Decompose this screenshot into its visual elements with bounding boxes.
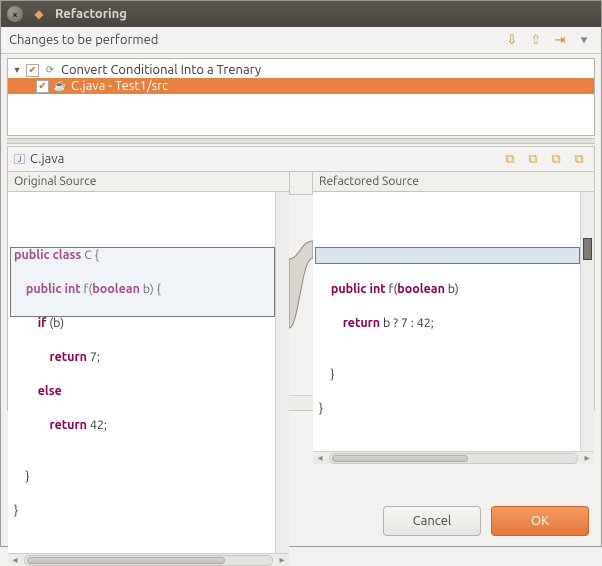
scroll-right-icon[interactable]: ▸: [275, 554, 289, 566]
java-icon: 🄹: [14, 151, 25, 167]
copy-right-icon[interactable]: ⧉: [524, 150, 542, 168]
scroll-left-icon[interactable]: ◂: [8, 554, 22, 566]
prev-change-icon[interactable]: ⇧: [527, 31, 545, 49]
tree-child-row[interactable]: ✔ ☕ C.java - Test1/src: [8, 78, 594, 94]
window-title: Refactoring: [55, 7, 127, 21]
scroll-thumb[interactable]: [332, 455, 468, 462]
filter-icon[interactable]: ⇥: [551, 31, 569, 49]
right-pane-title: Refactored Source: [313, 172, 594, 192]
compare-area: Original Source public class C { public …: [7, 171, 595, 411]
compare-toolbar: ⧉ ⧉ ⧉ ⧉: [501, 150, 588, 168]
file-header: 🄹 C.java ⧉ ⧉ ⧉ ⧉: [7, 146, 595, 171]
tree-root-label: Convert Conditional Into a Trenary: [61, 63, 261, 77]
java-file-icon: ☕: [53, 79, 67, 93]
app-icon: ◆: [31, 6, 47, 22]
left-pane: Original Source public class C { public …: [8, 172, 289, 410]
file-name: C.java: [30, 152, 64, 166]
copy-left-icon[interactable]: ⧉: [501, 150, 519, 168]
right-hscroll[interactable]: ◂ ▸: [313, 451, 594, 464]
changes-header-label: Changes to be performed: [9, 33, 158, 47]
changes-tree[interactable]: ▾ ✔ ⟳ Convert Conditional Into a Trenary…: [7, 58, 595, 136]
cancel-button[interactable]: Cancel: [383, 506, 481, 536]
refactor-icon: ⟳: [43, 63, 57, 77]
right-overview[interactable]: [580, 192, 594, 451]
checkbox-root[interactable]: ✔: [26, 64, 39, 77]
tree-root-row[interactable]: ▾ ✔ ⟳ Convert Conditional Into a Trenary: [8, 62, 594, 78]
left-ruler: [275, 192, 289, 553]
left-hscroll[interactable]: ◂ ▸: [8, 553, 289, 566]
vertical-splitter[interactable]: [289, 172, 313, 410]
next-change-icon[interactable]: ⇩: [503, 31, 521, 49]
left-editor[interactable]: public class C { public int f(boolean b)…: [8, 192, 275, 553]
copy-all-left-icon[interactable]: ⧉: [547, 150, 565, 168]
overview-mark[interactable]: [583, 238, 592, 260]
tree-child-label: C.java - Test1/src: [71, 79, 168, 93]
collapse-icon[interactable]: ▾: [12, 64, 22, 76]
menu-chevron-icon[interactable]: ▾: [575, 31, 593, 49]
copy-all-right-icon[interactable]: ⧉: [570, 150, 588, 168]
close-icon[interactable]: ×: [7, 6, 23, 22]
right-editor[interactable]: public class C { public int f(boolean b)…: [313, 192, 580, 451]
titlebar[interactable]: × ◆ Refactoring: [1, 1, 601, 27]
right-pane: Refactored Source public class C { publi…: [313, 172, 594, 410]
checkbox-child[interactable]: ✔: [36, 80, 49, 93]
changes-header: Changes to be performed ⇩ ⇧ ⇥ ▾: [1, 27, 601, 54]
left-pane-title: Original Source: [8, 172, 289, 192]
ok-button[interactable]: OK: [491, 506, 589, 536]
scroll-thumb[interactable]: [27, 557, 225, 564]
refactoring-dialog: × ◆ Refactoring Changes to be performed …: [0, 0, 602, 547]
changes-toolbar: ⇩ ⇧ ⇥ ▾: [503, 31, 593, 49]
horizontal-splitter[interactable]: [7, 138, 595, 144]
